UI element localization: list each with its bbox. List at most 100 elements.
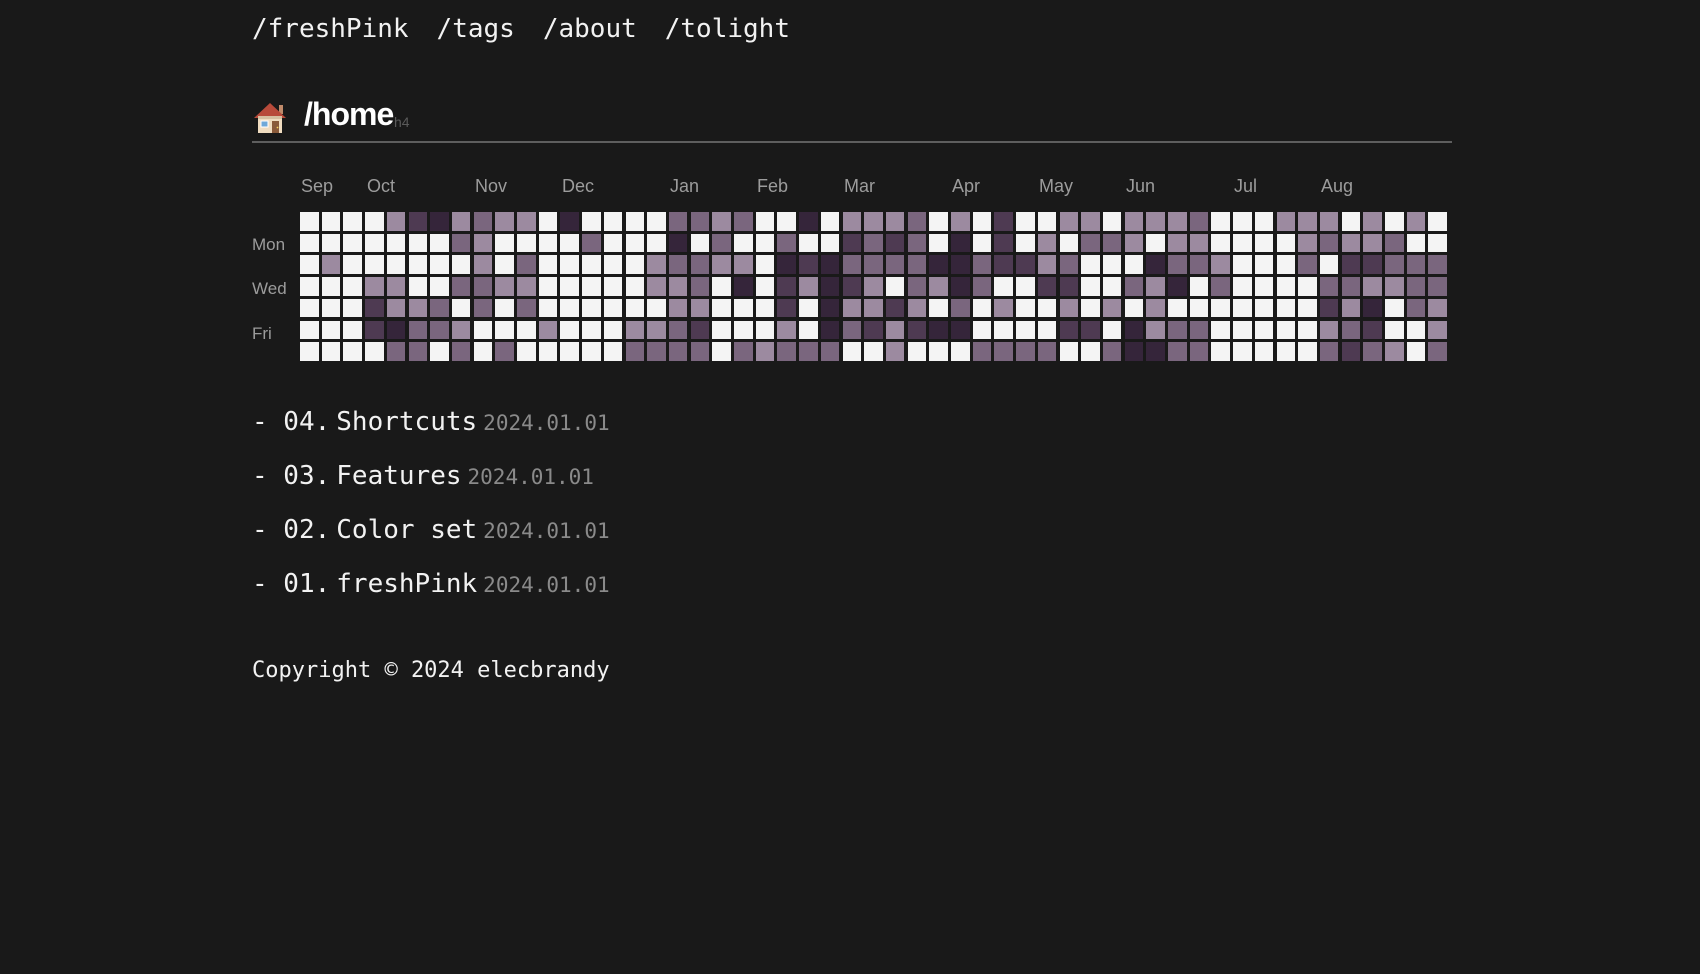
heatmap-cell[interactable]: [1189, 342, 1209, 361]
heatmap-cell[interactable]: [1341, 320, 1361, 339]
heatmap-cell[interactable]: [300, 320, 319, 339]
heatmap-cell[interactable]: [929, 255, 948, 274]
heatmap-cell[interactable]: [408, 255, 427, 274]
heatmap-cell[interactable]: [1319, 212, 1339, 231]
heatmap-cell[interactable]: [408, 233, 427, 253]
heatmap-cell[interactable]: [343, 277, 362, 296]
heatmap-cell[interactable]: [1016, 255, 1035, 274]
heatmap-cell[interactable]: [560, 298, 579, 318]
heatmap-cell[interactable]: [1406, 277, 1426, 296]
heatmap-cell[interactable]: [1168, 212, 1187, 231]
heatmap-cell[interactable]: [1298, 277, 1317, 296]
heatmap-cell[interactable]: [582, 255, 601, 274]
heatmap-cell[interactable]: [1102, 212, 1122, 231]
heatmap-cell[interactable]: [495, 298, 514, 318]
nav-link-tolight[interactable]: /tolight: [665, 14, 790, 44]
heatmap-cell[interactable]: [451, 342, 471, 361]
heatmap-cell[interactable]: [647, 342, 666, 361]
heatmap-cell[interactable]: [451, 255, 471, 274]
heatmap-cell[interactable]: [647, 320, 666, 339]
heatmap-cell[interactable]: [625, 342, 644, 361]
heatmap-cell[interactable]: [907, 233, 927, 253]
heatmap-cell[interactable]: [799, 342, 818, 361]
heatmap-cell[interactable]: [1037, 298, 1057, 318]
heatmap-cell[interactable]: [668, 212, 688, 231]
heatmap-cell[interactable]: [625, 298, 644, 318]
heatmap-cell[interactable]: [430, 277, 449, 296]
heatmap-cell[interactable]: [451, 298, 471, 318]
heatmap-cell[interactable]: [560, 277, 579, 296]
heatmap-cell[interactable]: [647, 255, 666, 274]
heatmap-cell[interactable]: [495, 212, 514, 231]
heatmap-cell[interactable]: [734, 342, 753, 361]
heatmap-cell[interactable]: [1146, 277, 1165, 296]
heatmap-cell[interactable]: [1124, 298, 1144, 318]
heatmap-cell[interactable]: [1059, 212, 1078, 231]
heatmap-cell[interactable]: [1254, 277, 1274, 296]
heatmap-cell[interactable]: [799, 233, 818, 253]
heatmap-cell[interactable]: [300, 342, 319, 361]
heatmap-cell[interactable]: [777, 212, 796, 231]
heatmap-cell[interactable]: [1406, 233, 1426, 253]
heatmap-cell[interactable]: [885, 233, 905, 253]
heatmap-cell[interactable]: [451, 320, 471, 339]
heatmap-cell[interactable]: [885, 298, 905, 318]
heatmap-cell[interactable]: [517, 320, 536, 339]
heatmap-cell[interactable]: [1016, 342, 1035, 361]
heatmap-cell[interactable]: [538, 320, 558, 339]
heatmap-cell[interactable]: [365, 298, 384, 318]
heatmap-cell[interactable]: [1146, 320, 1165, 339]
heatmap-cell[interactable]: [1254, 255, 1274, 274]
heatmap-cell[interactable]: [1298, 233, 1317, 253]
heatmap-cell[interactable]: [603, 342, 623, 361]
heatmap-cell[interactable]: [842, 320, 861, 339]
heatmap-cell[interactable]: [451, 233, 471, 253]
heatmap-cell[interactable]: [517, 277, 536, 296]
heatmap-cell[interactable]: [1254, 298, 1274, 318]
heatmap-cell[interactable]: [1319, 277, 1339, 296]
heatmap-cell[interactable]: [408, 298, 427, 318]
heatmap-cell[interactable]: [1211, 277, 1230, 296]
heatmap-cell[interactable]: [1124, 320, 1144, 339]
heatmap-cell[interactable]: [907, 342, 927, 361]
heatmap-cell[interactable]: [799, 298, 818, 318]
heatmap-cell[interactable]: [430, 212, 449, 231]
heatmap-cell[interactable]: [777, 233, 796, 253]
heatmap-cell[interactable]: [712, 233, 731, 253]
heatmap-cell[interactable]: [538, 255, 558, 274]
heatmap-cell[interactable]: [603, 233, 623, 253]
heatmap-cell[interactable]: [951, 212, 970, 231]
heatmap-cell[interactable]: [343, 298, 362, 318]
heatmap-cell[interactable]: [842, 233, 861, 253]
heatmap-cell[interactable]: [1016, 277, 1035, 296]
heatmap-cell[interactable]: [864, 255, 883, 274]
heatmap-cell[interactable]: [517, 233, 536, 253]
heatmap-cell[interactable]: [1016, 212, 1035, 231]
heatmap-cell[interactable]: [885, 320, 905, 339]
heatmap-cell[interactable]: [451, 277, 471, 296]
heatmap-cell[interactable]: [1081, 255, 1100, 274]
heatmap-cell[interactable]: [343, 320, 362, 339]
nav-link-about[interactable]: /about: [543, 14, 637, 44]
heatmap-cell[interactable]: [1276, 233, 1295, 253]
heatmap-cell[interactable]: [1059, 233, 1078, 253]
heatmap-cell[interactable]: [864, 277, 883, 296]
heatmap-cell[interactable]: [538, 233, 558, 253]
heatmap-cell[interactable]: [647, 298, 666, 318]
heatmap-cell[interactable]: [495, 342, 514, 361]
heatmap-cell[interactable]: [1341, 342, 1361, 361]
heatmap-cell[interactable]: [1189, 233, 1209, 253]
heatmap-cell[interactable]: [321, 277, 341, 296]
heatmap-cell[interactable]: [668, 298, 688, 318]
heatmap-cell[interactable]: [1146, 212, 1165, 231]
heatmap-cell[interactable]: [1211, 320, 1230, 339]
heatmap-cell[interactable]: [647, 212, 666, 231]
heatmap-cell[interactable]: [1385, 212, 1404, 231]
heatmap-cell[interactable]: [430, 233, 449, 253]
heatmap-cell[interactable]: [1233, 342, 1252, 361]
heatmap-cell[interactable]: [560, 342, 579, 361]
heatmap-cell[interactable]: [321, 255, 341, 274]
heatmap-cell[interactable]: [1406, 342, 1426, 361]
heatmap-cell[interactable]: [560, 212, 579, 231]
heatmap-cell[interactable]: [907, 320, 927, 339]
